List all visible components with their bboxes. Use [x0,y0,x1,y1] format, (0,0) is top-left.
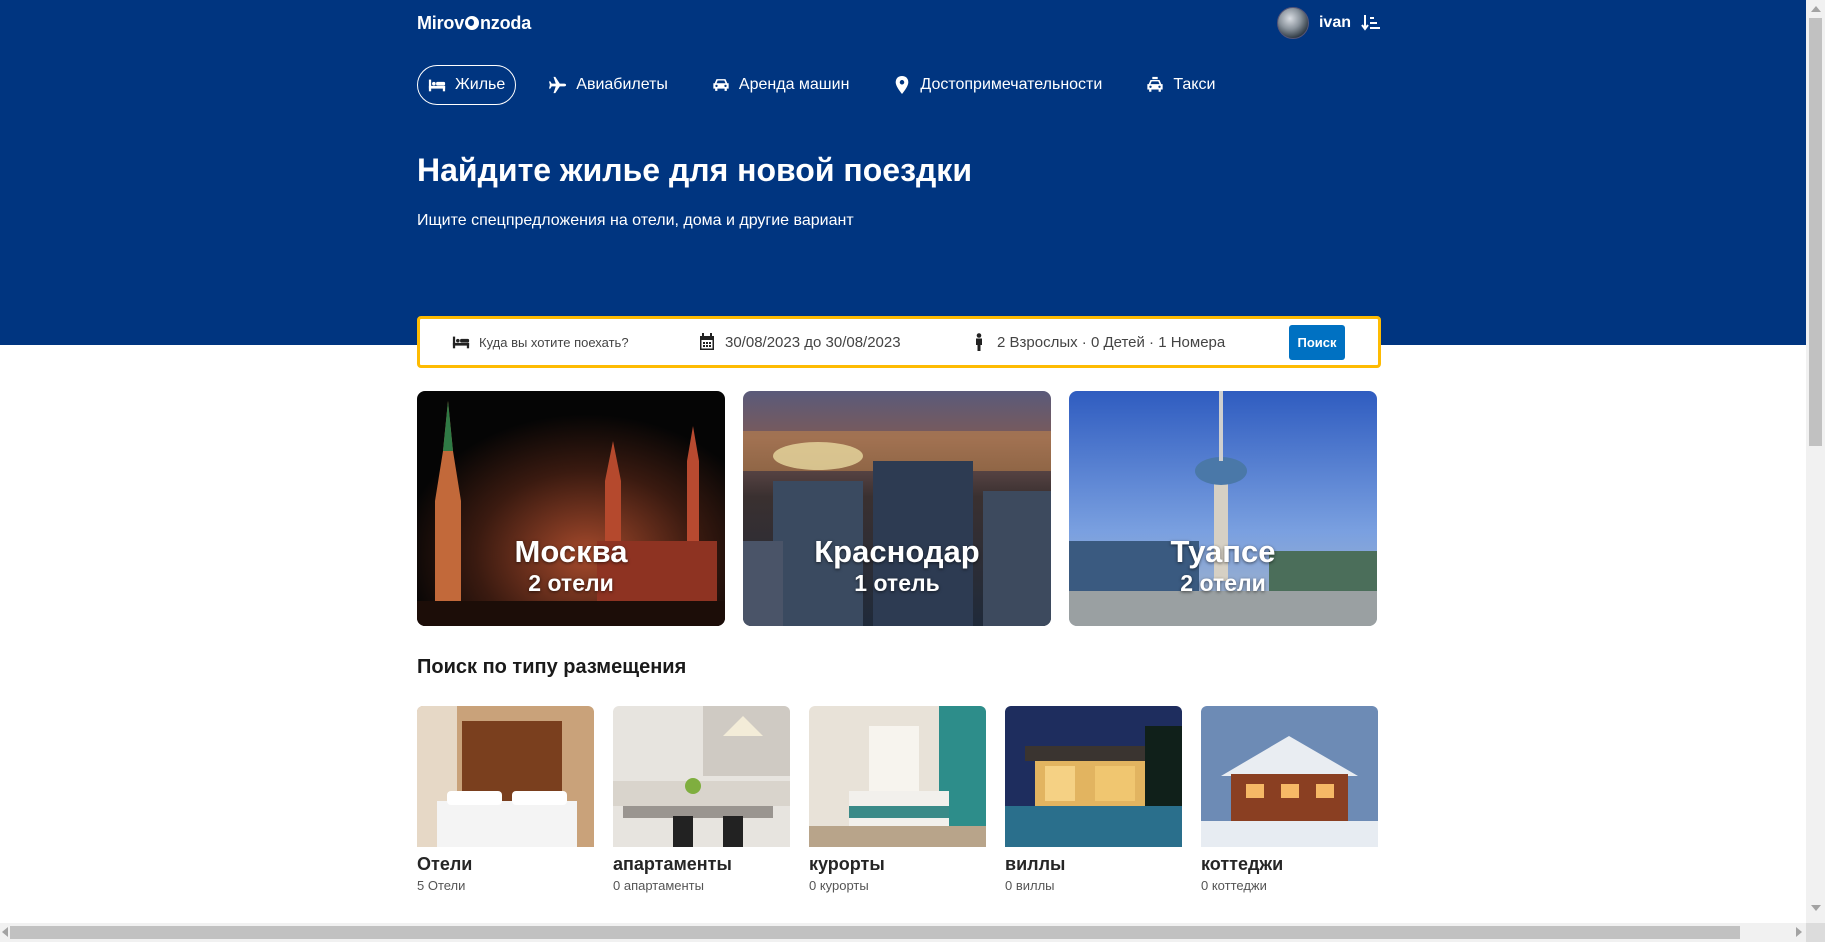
city-caption: Туапсе 2 отели [1069,535,1377,597]
property-type-villas[interactable]: виллы 0 виллы [1005,706,1182,893]
scroll-up-icon[interactable] [1811,6,1821,12]
scroll-left-icon[interactable] [2,927,8,937]
city-hotel-count: 2 отели [1180,570,1266,596]
scroll-down-icon[interactable] [1811,905,1821,911]
featured-cities: Москва 2 отели Краснодар 1 отель Туапсе … [417,391,1381,626]
globe-icon [465,16,480,30]
nav-stays-label: Жилье [455,76,506,93]
property-type-hotels[interactable]: Отели 5 Отели [417,706,594,893]
nav-attractions[interactable]: Достопримечательности [882,65,1113,105]
property-type-image [613,706,790,847]
top-bar: Mirov nzoda ivan [417,0,1381,46]
scroll-right-icon[interactable] [1796,927,1802,937]
city-hotel-count: 2 отели [528,570,614,596]
username[interactable]: ivan [1319,14,1351,32]
site-logo[interactable]: Mirov nzoda [417,13,531,34]
nav-taxi-label: Такси [1173,76,1216,93]
property-type-name: коттеджи [1201,854,1284,874]
destination-field[interactable]: Куда вы хотите поехать? [452,333,698,351]
avatar[interactable] [1276,7,1309,39]
city-name: Москва [514,534,628,569]
car-icon [713,79,729,91]
search-button[interactable]: Поиск [1289,324,1345,360]
logo-text-end: nzoda [480,12,532,33]
main-nav: Жилье Авиабилеты Аренда машин Достоприме… [417,65,1381,105]
property-type-count: 0 апартаменты [613,878,704,893]
property-type-image [1201,706,1378,847]
property-type-name: виллы [1005,854,1066,874]
property-type-name: апартаменты [613,854,732,874]
map-pin-icon [896,76,909,94]
city-name: Туапсе [1170,534,1276,569]
property-types-title: Поиск по типу размещения [417,656,687,678]
nav-attractions-label: Достопримечательности [920,76,1103,93]
property-type-count: 5 Отели [417,878,466,893]
property-types-list: Отели 5 Отели апартаменты 0 апартаменты [417,706,1381,893]
logo-text-start: Mirov [417,12,465,33]
nav-stays[interactable]: Жилье [417,65,517,105]
nav-car-rental[interactable]: Аренда машин [701,65,861,105]
horizontal-scroll-thumb[interactable] [10,926,1740,939]
city-caption: Краснодар 1 отель [743,535,1051,597]
page-subtitle: Ищите спецпредложения на отели, дома и д… [417,212,854,229]
vertical-scroll-thumb[interactable] [1809,18,1822,446]
date-range-value[interactable]: 30/08/2023 до 30/08/2023 [725,334,901,351]
property-type-name: Отели [417,854,473,874]
nav-car-rental-label: Аренда машин [738,76,850,93]
scrollbar-corner [1806,923,1825,942]
guests-value[interactable]: 2 Взрослых · 0 Детей · 1 Номера [997,334,1225,351]
property-type-image [417,706,594,847]
property-type-count: 0 курорты [809,878,869,893]
sort-icon[interactable] [1361,14,1381,32]
property-type-name: курорты [809,854,885,874]
nav-flights-label: Авиабилеты [576,76,668,93]
property-type-count: 0 коттеджи [1201,878,1267,893]
nav-taxi[interactable]: Такси [1135,65,1226,105]
property-type-apartments[interactable]: апартаменты 0 апартаменты [613,706,790,893]
bed-icon [452,336,470,349]
date-range-field[interactable]: 30/08/2023 до 30/08/2023 [698,333,970,351]
city-card-tuapse[interactable]: Туапсе 2 отели [1069,391,1377,626]
taxi-icon [1147,76,1163,92]
property-type-count: 0 виллы [1005,878,1055,893]
city-name: Краснодар [814,534,980,569]
destination-placeholder[interactable]: Куда вы хотите поехать? [479,335,629,350]
city-hotel-count: 1 отель [854,570,940,596]
property-type-image [809,706,986,847]
calendar-icon [700,333,714,350]
property-type-cottages[interactable]: коттеджи 0 коттеджи [1201,706,1378,893]
property-type-resorts[interactable]: курорты 0 курорты [809,706,986,893]
bed-icon [428,79,446,92]
search-bar: Куда вы хотите поехать? 30/08/2023 до 30… [417,316,1381,368]
city-card-krasnodar[interactable]: Краснодар 1 отель [743,391,1051,626]
nav-flights[interactable]: Авиабилеты [538,65,679,105]
page-title: Найдите жилье для новой поездки [417,152,972,188]
horizontal-scrollbar[interactable] [0,923,1806,942]
person-icon [976,333,982,351]
guests-field[interactable]: 2 Взрослых · 0 Детей · 1 Номера [970,333,1289,351]
plane-icon [549,76,567,94]
city-caption: Москва 2 отели [417,535,725,597]
city-card-moscow[interactable]: Москва 2 отели [417,391,725,626]
user-menu[interactable]: ivan [1276,7,1381,39]
vertical-scrollbar[interactable] [1806,0,1825,923]
property-type-image [1005,706,1182,847]
